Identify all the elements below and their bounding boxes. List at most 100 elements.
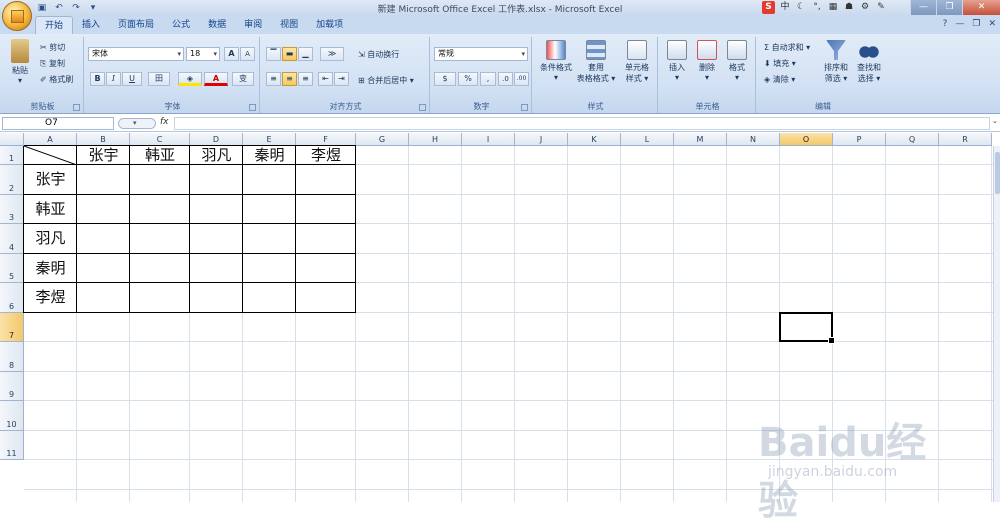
workbook-close-icon[interactable]: ✕ bbox=[988, 19, 996, 29]
office-button[interactable] bbox=[2, 1, 32, 31]
fill-color-button[interactable]: ◈ bbox=[178, 72, 202, 86]
row-header-11[interactable]: 11 bbox=[0, 431, 24, 460]
row-header-9[interactable]: 9 bbox=[0, 372, 24, 401]
ime-moon-icon[interactable]: ☾ bbox=[795, 1, 807, 14]
delete-cells-button[interactable]: 删除 ▾ bbox=[692, 40, 722, 82]
row-header-3[interactable]: 3 bbox=[0, 195, 24, 224]
font-size-select[interactable]: 18 bbox=[186, 47, 220, 61]
restore-icon[interactable]: ❐ bbox=[936, 0, 962, 15]
align-center-button[interactable]: ≡ bbox=[282, 72, 297, 86]
align-right-button[interactable]: ≡ bbox=[298, 72, 313, 86]
dialog-launcher-icon[interactable] bbox=[249, 104, 256, 111]
percent-button[interactable]: % bbox=[458, 72, 478, 86]
align-middle-button[interactable]: ▬ bbox=[282, 47, 297, 61]
column-header-l[interactable]: L bbox=[621, 133, 674, 146]
tab-home[interactable]: 开始 bbox=[35, 16, 74, 34]
vertical-scrollbar[interactable] bbox=[993, 146, 1000, 502]
borders-button[interactable]: 田 bbox=[148, 72, 170, 86]
table-col-header[interactable]: 张宇 bbox=[77, 146, 130, 165]
format-as-table-button[interactable]: 套用 表格格式 ▾ bbox=[576, 40, 616, 84]
ime-keyboard-icon[interactable]: ▦ bbox=[827, 1, 839, 14]
dialog-launcher-icon[interactable] bbox=[419, 104, 426, 111]
shrink-font-button[interactable]: A bbox=[240, 47, 255, 61]
row-header-8[interactable]: 8 bbox=[0, 342, 24, 372]
fill-button[interactable]: ⬇ 填充 ▾ bbox=[764, 58, 796, 69]
decrease-decimal-button[interactable]: .00 bbox=[514, 72, 529, 86]
phonetic-button[interactable]: 变 bbox=[232, 72, 254, 86]
ime-tool-icon[interactable]: ✎ bbox=[875, 1, 887, 14]
column-header-p[interactable]: P bbox=[833, 133, 886, 146]
ime-punct-icon[interactable]: °, bbox=[811, 1, 823, 14]
help-icon[interactable]: ? bbox=[943, 19, 948, 29]
column-header-k[interactable]: K bbox=[568, 133, 621, 146]
sort-filter-button[interactable]: 排序和 筛选 ▾ bbox=[820, 40, 852, 84]
ribbon-minimize-icon[interactable]: — bbox=[955, 19, 964, 29]
row-header-5[interactable]: 5 bbox=[0, 254, 24, 283]
insert-function-icon[interactable]: fx bbox=[160, 117, 169, 127]
select-all-corner[interactable] bbox=[0, 133, 24, 146]
tab-view[interactable]: 视图 bbox=[271, 16, 307, 34]
table-col-header[interactable]: 韩亚 bbox=[130, 146, 190, 165]
column-header-q[interactable]: Q bbox=[886, 133, 939, 146]
merge-center-button[interactable]: ⊞ 合并后居中 ▾ bbox=[358, 75, 414, 86]
row-header-7[interactable]: 7 bbox=[0, 313, 24, 342]
formula-input[interactable] bbox=[174, 117, 990, 130]
ime-chinese-icon[interactable]: 中 bbox=[779, 1, 791, 14]
italic-button[interactable]: I bbox=[106, 72, 121, 86]
increase-indent-button[interactable]: ⇥ bbox=[334, 72, 349, 86]
name-box[interactable]: O7 bbox=[2, 117, 114, 130]
sogou-logo-icon[interactable]: S bbox=[762, 1, 775, 14]
comma-button[interactable]: , bbox=[480, 72, 496, 86]
tab-page-layout[interactable]: 页面布局 bbox=[109, 16, 163, 34]
copy-button[interactable]: ⎘ 复制 bbox=[40, 58, 65, 69]
table-row-header[interactable]: 张宇 bbox=[24, 165, 77, 195]
tab-addins[interactable]: 加载项 bbox=[307, 16, 352, 34]
underline-button[interactable]: U bbox=[122, 72, 142, 86]
column-header-o[interactable]: O bbox=[780, 133, 833, 146]
cut-button[interactable]: ✂ 剪切 bbox=[40, 42, 65, 53]
column-header-r[interactable]: R bbox=[939, 133, 992, 146]
autosum-button[interactable]: Σ 自动求和 ▾ bbox=[764, 42, 810, 53]
dialog-launcher-icon[interactable] bbox=[521, 104, 528, 111]
conditional-format-button[interactable]: 条件格式 ▾ bbox=[536, 40, 576, 82]
ribbon-restore-icon[interactable]: ❐ bbox=[972, 19, 980, 29]
expand-formula-bar-icon[interactable]: ⌄ bbox=[992, 117, 1000, 130]
font-color-button[interactable]: A bbox=[204, 72, 228, 86]
table-row-header[interactable]: 羽凡 bbox=[24, 224, 77, 254]
wrap-text-button[interactable]: ⇲ 自动换行 bbox=[358, 49, 399, 60]
format-cells-button[interactable]: 格式 ▾ bbox=[722, 40, 752, 82]
tab-insert[interactable]: 插入 bbox=[73, 16, 109, 34]
bold-button[interactable]: B bbox=[90, 72, 105, 86]
row-header-6[interactable]: 6 bbox=[0, 283, 24, 313]
column-header-i[interactable]: I bbox=[462, 133, 515, 146]
grow-font-button[interactable]: A bbox=[224, 47, 239, 61]
tab-review[interactable]: 审阅 bbox=[235, 16, 271, 34]
font-name-select[interactable]: 宋体 bbox=[88, 47, 184, 61]
close-icon[interactable]: ✕ bbox=[962, 0, 1000, 15]
find-select-button[interactable]: 查找和 选择 ▾ bbox=[852, 40, 886, 84]
table-col-header[interactable]: 秦明 bbox=[243, 146, 296, 165]
table-col-header[interactable]: 羽凡 bbox=[190, 146, 243, 165]
table-col-header[interactable]: 李煜 bbox=[296, 146, 356, 165]
align-top-button[interactable]: ▔ bbox=[266, 47, 281, 61]
column-header-n[interactable]: N bbox=[727, 133, 780, 146]
tab-formulas[interactable]: 公式 bbox=[163, 16, 199, 34]
orientation-button[interactable]: ≫ bbox=[320, 47, 344, 61]
table-row-header[interactable]: 韩亚 bbox=[24, 195, 77, 224]
dialog-launcher-icon[interactable] bbox=[73, 104, 80, 111]
tab-data[interactable]: 数据 bbox=[199, 16, 235, 34]
table-row-header[interactable]: 秦明 bbox=[24, 254, 77, 283]
ime-settings-icon[interactable]: ⚙ bbox=[859, 1, 871, 14]
ime-skin-icon[interactable]: ☗ bbox=[843, 1, 855, 14]
row-header-2[interactable]: 2 bbox=[0, 165, 24, 195]
insert-cells-button[interactable]: 插入 ▾ bbox=[662, 40, 692, 82]
format-painter-button[interactable]: ✐ 格式刷 bbox=[40, 74, 73, 85]
name-box-dropdown[interactable]: ▾ bbox=[118, 118, 156, 129]
column-header-j[interactable]: J bbox=[515, 133, 568, 146]
clear-button[interactable]: ◈ 清除 ▾ bbox=[764, 74, 795, 85]
column-header-g[interactable]: G bbox=[356, 133, 409, 146]
number-format-select[interactable]: 常规 bbox=[434, 47, 528, 61]
column-header-m[interactable]: M bbox=[674, 133, 727, 146]
minimize-icon[interactable]: — bbox=[910, 0, 936, 15]
currency-button[interactable]: $ bbox=[434, 72, 456, 86]
